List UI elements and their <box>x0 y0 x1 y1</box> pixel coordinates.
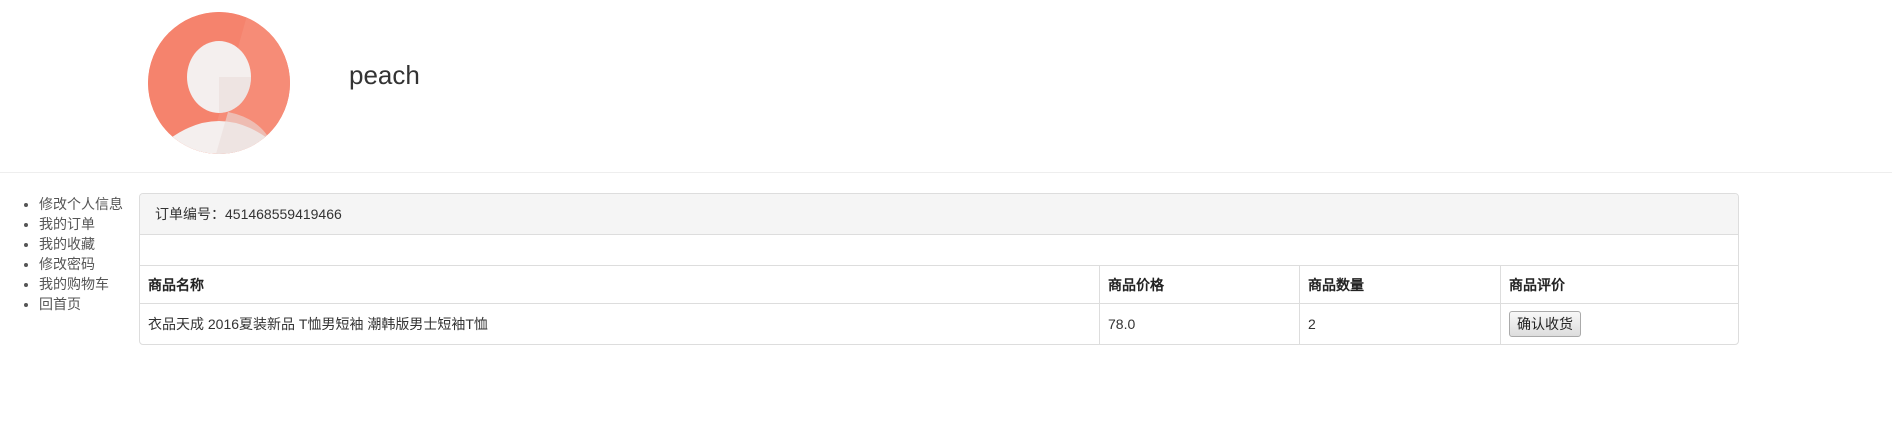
column-header-quantity: 商品数量 <box>1299 266 1501 304</box>
username: peach <box>349 60 420 90</box>
order-items-table: 商品名称 商品价格 商品数量 商品评价 衣品天成 2016夏装新品 T恤男短袖 … <box>140 266 1738 344</box>
sidebar-item-label[interactable]: 我的购物车 <box>39 276 109 292</box>
table-header-row: 商品名称 商品价格 商品数量 商品评价 <box>140 266 1738 304</box>
confirm-receipt-button[interactable]: 确认收货 <box>1509 311 1581 337</box>
sidebar-item-label[interactable]: 我的收藏 <box>39 236 95 252</box>
sidebar-item-edit-profile[interactable]: 修改个人信息 <box>39 194 123 214</box>
order-panel: 订单编号：451468559419466 商品名称 商品价格 商品数量 商品评价… <box>139 193 1739 345</box>
product-review-cell: 确认收货 <box>1500 303 1738 344</box>
sidebar-item-favorites[interactable]: 我的收藏 <box>39 234 123 254</box>
avatar <box>148 12 290 154</box>
order-number: 订单编号：451468559419466 <box>140 194 1738 235</box>
sidebar-item-label[interactable]: 修改密码 <box>39 256 95 272</box>
profile-header: peach <box>0 0 1892 173</box>
sidebar-item-label[interactable]: 修改个人信息 <box>39 196 123 212</box>
sidebar-item-home[interactable]: 回首页 <box>39 294 123 314</box>
product-price-cell: 78.0 <box>1099 303 1300 344</box>
column-header-review: 商品评价 <box>1500 266 1738 304</box>
product-name-cell: 衣品天成 2016夏装新品 T恤男短袖 潮韩版男士短袖T恤 <box>148 316 488 332</box>
sidebar-item-change-password[interactable]: 修改密码 <box>39 254 123 274</box>
sidebar-item-cart[interactable]: 我的购物车 <box>39 274 123 294</box>
column-header-name: 商品名称 <box>140 266 1100 304</box>
sidebar-item-my-orders[interactable]: 我的订单 <box>39 214 123 234</box>
table-row: 衣品天成 2016夏装新品 T恤男短袖 潮韩版男士短袖T恤 78.0 2 确认收… <box>140 303 1738 344</box>
column-header-price: 商品价格 <box>1099 266 1300 304</box>
user-silhouette-icon <box>148 12 290 154</box>
sidebar-menu: 修改个人信息 我的订单 我的收藏 修改密码 我的购物车 回首页 <box>22 194 123 314</box>
sidebar-item-label[interactable]: 回首页 <box>39 296 81 312</box>
product-quantity-cell: 2 <box>1299 303 1501 344</box>
sidebar-item-label[interactable]: 我的订单 <box>39 216 95 232</box>
order-panel-body <box>140 235 1738 266</box>
